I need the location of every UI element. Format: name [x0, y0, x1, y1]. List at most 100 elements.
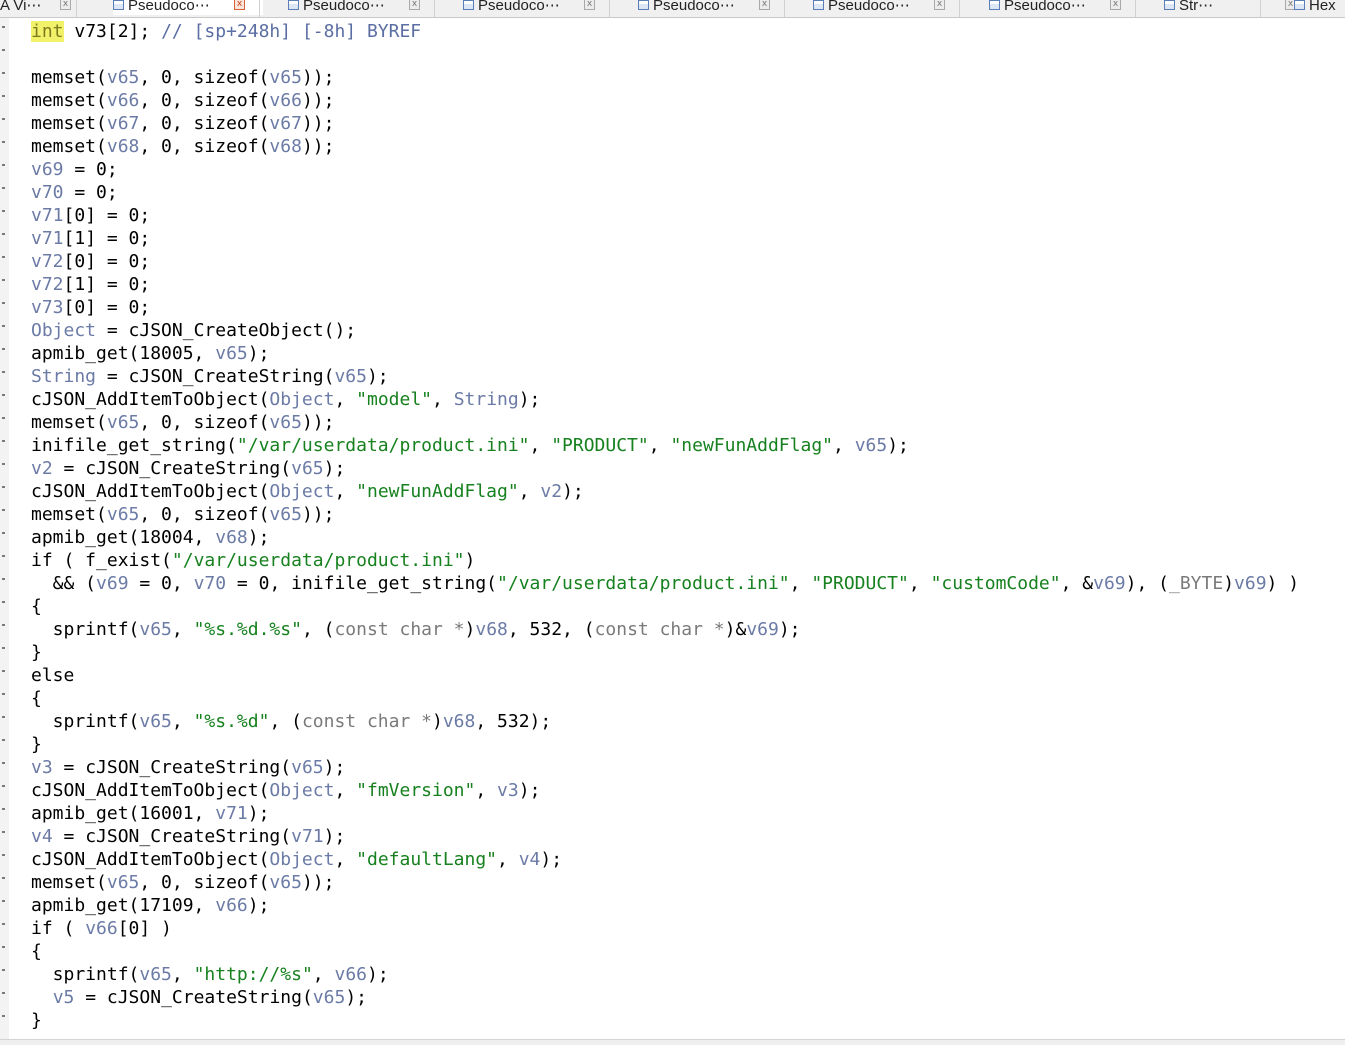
code-line[interactable]: memset(v67, 0, sizeof(v67));: [31, 112, 1345, 135]
identifier-token: v65: [291, 458, 324, 479]
gutter-marker: [2, 371, 5, 373]
code-line[interactable]: v71[0] = 0;: [31, 204, 1345, 227]
code-token: );: [247, 803, 270, 824]
tab-6[interactable]: Pseudoco⋯ x: [813, 0, 963, 17]
tab-8[interactable]: Str⋯ x: [1164, 0, 1296, 17]
code-line[interactable]: else: [31, 664, 1345, 687]
gutter-marker: [2, 95, 5, 97]
code-line[interactable]: memset(v66, 0, sizeof(v66));: [31, 89, 1345, 112]
code-line[interactable]: v3 = cJSON_CreateString(v65);: [31, 756, 1345, 779]
identifier-token: v66: [269, 90, 302, 111]
code-token: ,: [334, 780, 357, 801]
code-line[interactable]: if ( v66[0] ): [31, 917, 1345, 940]
code-line[interactable]: && (v69 = 0, v70 = 0, inifile_get_string…: [31, 572, 1345, 595]
code-line[interactable]: String = cJSON_CreateString(v65);: [31, 365, 1345, 388]
identifier-token: v65: [215, 343, 248, 364]
code-line[interactable]: apmib_get(18005, v65);: [31, 342, 1345, 365]
string-literal-token: "defaultLang": [356, 849, 498, 870]
close-icon[interactable]: x: [1110, 0, 1121, 10]
code-line[interactable]: cJSON_AddItemToObject(Object, "defaultLa…: [31, 848, 1345, 871]
gutter-marker: [2, 532, 5, 534]
code-line[interactable]: sprintf(v65, "%s.%d.%s", (const char *)v…: [31, 618, 1345, 641]
code-line[interactable]: apmib_get(17109, v66);: [31, 894, 1345, 917]
tab-label: Pseudoco⋯: [303, 0, 385, 14]
code-line[interactable]: }: [31, 733, 1345, 756]
code-line[interactable]: v70 = 0;: [31, 181, 1345, 204]
close-icon[interactable]: x: [934, 0, 945, 10]
code-line[interactable]: cJSON_AddItemToObject(Object, "model", S…: [31, 388, 1345, 411]
tab-separator: [76, 0, 77, 17]
close-icon[interactable]: x: [60, 0, 71, 10]
code-token: , 0, sizeof(: [139, 113, 270, 134]
identifier-token: String: [453, 389, 519, 410]
gutter-marker: [2, 256, 5, 258]
code-line[interactable]: v4 = cJSON_CreateString(v71);: [31, 825, 1345, 848]
code-token: ));: [301, 90, 335, 111]
code-line[interactable]: [31, 43, 1345, 66]
code-line[interactable]: v72[1] = 0;: [31, 273, 1345, 296]
code-line[interactable]: if ( f_exist("/var/userdata/product.ini"…: [31, 549, 1345, 572]
code-token: = cJSON_CreateString(: [52, 826, 292, 847]
tab-1[interactable]: A Vi⋯ x: [0, 0, 80, 17]
code-line[interactable]: v5 = cJSON_CreateString(v65);: [31, 986, 1345, 1009]
identifier-token: v66: [334, 964, 367, 985]
code-line[interactable]: }: [31, 1009, 1345, 1032]
identifier-token: v65: [139, 964, 172, 985]
identifier-token: v65: [139, 711, 172, 732]
code-line[interactable]: Object = cJSON_CreateObject();: [31, 319, 1345, 342]
identifier-token: v73: [31, 297, 64, 318]
identifier-token: v69: [96, 573, 129, 594]
code-line[interactable]: memset(v65, 0, sizeof(v65));: [31, 411, 1345, 434]
code-line[interactable]: apmib_get(16001, v71);: [31, 802, 1345, 825]
code-line[interactable]: {: [31, 687, 1345, 710]
tab-label: Pseudoco⋯: [828, 0, 910, 14]
gutter-marker: [2, 785, 5, 787]
code-line[interactable]: v73[0] = 0;: [31, 296, 1345, 319]
code-line[interactable]: sprintf(v65, "%s.%d", (const char *)v68,…: [31, 710, 1345, 733]
string-literal-token: "PRODUCT": [551, 435, 649, 456]
code-line[interactable]: memset(v65, 0, sizeof(v65));: [31, 66, 1345, 89]
close-icon[interactable]: x: [759, 0, 770, 10]
code-line[interactable]: memset(v65, 0, sizeof(v65));: [31, 871, 1345, 894]
code-line[interactable]: apmib_get(18004, v68);: [31, 526, 1345, 549]
identifier-token: v69: [1234, 573, 1267, 594]
code-line[interactable]: cJSON_AddItemToObject(Object, "fmVersion…: [31, 779, 1345, 802]
tab-2[interactable]: Pseudoco⋯ x: [113, 0, 263, 17]
code-token: }: [31, 1010, 42, 1031]
code-token: ,: [833, 435, 855, 456]
code-line[interactable]: memset(v65, 0, sizeof(v65));: [31, 503, 1345, 526]
code-line[interactable]: sprintf(v65, "http://%s", v66);: [31, 963, 1345, 986]
code-line[interactable]: {: [31, 595, 1345, 618]
code-line[interactable]: v69 = 0;: [31, 158, 1345, 181]
code-line[interactable]: cJSON_AddItemToObject(Object, "newFunAdd…: [31, 480, 1345, 503]
string-literal-token: "%s.%d.%s": [193, 619, 302, 640]
code-line[interactable]: inifile_get_string("/var/userdata/produc…: [31, 434, 1345, 457]
horizontal-scrollbar[interactable]: [0, 1039, 1345, 1045]
code-token: ,: [334, 481, 357, 502]
tab-7[interactable]: Pseudoco⋯ x: [989, 0, 1139, 17]
code-token: [0] = 0;: [63, 205, 151, 226]
tab-3[interactable]: Pseudoco⋯ x: [288, 0, 438, 17]
code-token: = 0,: [128, 573, 194, 594]
code-line[interactable]: v72[0] = 0;: [31, 250, 1345, 273]
close-icon[interactable]: x: [409, 0, 420, 10]
tab-5[interactable]: Pseudoco⋯ x: [638, 0, 788, 17]
string-literal-token: "http://%s": [193, 964, 313, 985]
code-token: cJSON_AddItemToObject(: [31, 780, 270, 801]
tab-9[interactable]: Hex: [1294, 0, 1345, 15]
code-token: ));: [301, 504, 335, 525]
code-line[interactable]: {: [31, 940, 1345, 963]
close-icon[interactable]: x: [234, 0, 245, 10]
pseudocode-view[interactable]: int v73[2]; // [sp+248h] [-8h] BYREF mems…: [31, 20, 1345, 1032]
code-line[interactable]: int v73[2]; // [sp+248h] [-8h] BYREF: [31, 20, 1345, 43]
code-line[interactable]: v71[1] = 0;: [31, 227, 1345, 250]
code-line[interactable]: memset(v68, 0, sizeof(v68));: [31, 135, 1345, 158]
tab-4[interactable]: Pseudoco⋯ x: [463, 0, 613, 17]
close-icon[interactable]: x: [584, 0, 595, 10]
code-line[interactable]: v2 = cJSON_CreateString(v65);: [31, 457, 1345, 480]
code-line[interactable]: }: [31, 641, 1345, 664]
code-token: ,: [171, 619, 194, 640]
code-token: );: [366, 366, 389, 387]
gutter-marker: [2, 486, 5, 488]
code-token: ,: [171, 964, 194, 985]
